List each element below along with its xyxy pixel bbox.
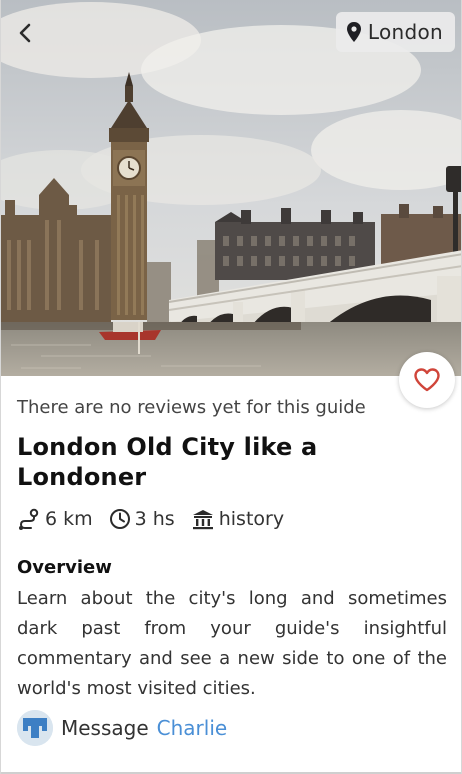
london-photo — [1, 0, 461, 376]
message-label: Message — [61, 716, 149, 740]
back-button[interactable] — [11, 18, 39, 48]
host-name-link[interactable]: Charlie — [157, 716, 228, 740]
guide-meta: 6 km 3 hs history — [17, 506, 447, 532]
overview-heading: Overview — [17, 557, 112, 578]
clock-icon — [109, 509, 130, 529]
hero-image — [1, 0, 461, 376]
reviews-note: There are no reviews yet for this guide — [17, 397, 366, 418]
chevron-left-icon — [19, 23, 31, 43]
duration-value: 3 hs — [134, 508, 175, 530]
heart-outline-icon — [414, 368, 440, 392]
route-icon — [19, 508, 39, 530]
overview-text: Learn about the city's long and sometime… — [17, 588, 447, 699]
location-chip[interactable]: London — [335, 12, 455, 52]
distance-value: 6 km — [45, 508, 93, 530]
museum-icon — [192, 510, 213, 530]
guide-detail-screen: London There are no reviews yet for this… — [0, 0, 462, 774]
message-host-button[interactable]: Message Charlie — [17, 710, 227, 746]
category-value: history — [218, 508, 285, 530]
favorite-button[interactable] — [399, 352, 455, 408]
host-avatar — [17, 710, 53, 746]
distance-meta: 6 km — [17, 506, 93, 532]
guide-title: London Old City like a Londoner — [17, 433, 318, 491]
map-pin-icon — [346, 22, 361, 42]
location-label: London — [367, 20, 443, 44]
category-meta: history — [191, 506, 284, 532]
host-avatar-icon — [17, 710, 53, 746]
duration-meta: 3 hs — [109, 506, 175, 532]
guide-content: There are no reviews yet for this guide … — [17, 396, 447, 704]
